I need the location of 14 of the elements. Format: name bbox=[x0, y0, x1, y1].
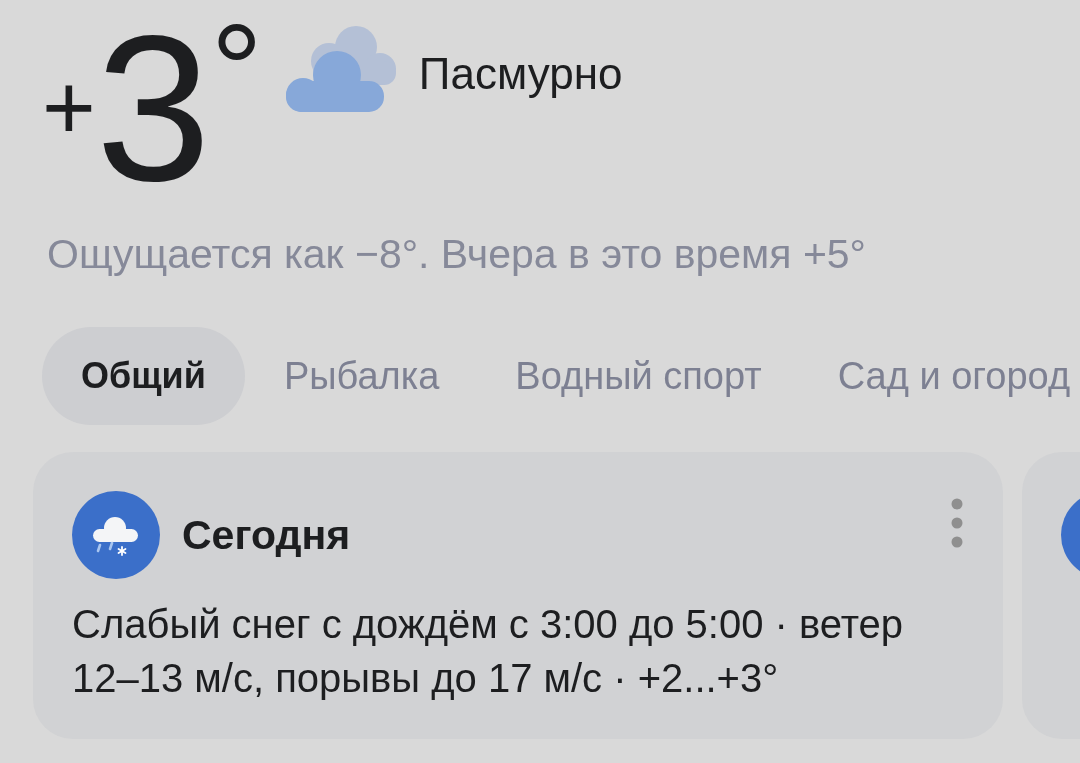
weather-condition: Пасмурно bbox=[418, 48, 623, 100]
degree-sign: ° bbox=[210, 5, 263, 135]
cloud-rain-snow-icon bbox=[72, 491, 160, 579]
tab[interactable]: Водный спорт bbox=[478, 327, 799, 425]
feels-like-text: Ощущается как −8°. Вчера в это время +5° bbox=[47, 230, 867, 278]
forecast-text: Слабый снег с дождём с 3:00 до 5:00 · ветер 12–13 м/с, порывы до 17 м/с · +2...+3° bbox=[72, 601, 905, 702]
three-dots-icon[interactable] bbox=[951, 498, 963, 548]
tab[interactable]: Рыбалка bbox=[246, 327, 477, 425]
temperature-sign: + bbox=[42, 61, 96, 153]
temperature-value: 3 bbox=[95, 5, 211, 212]
tab[interactable]: Сад и огород bbox=[800, 327, 1080, 425]
tab[interactable]: Общий bbox=[42, 327, 245, 425]
card-title: Сегодня bbox=[182, 511, 351, 559]
clouds-icon bbox=[284, 25, 397, 113]
